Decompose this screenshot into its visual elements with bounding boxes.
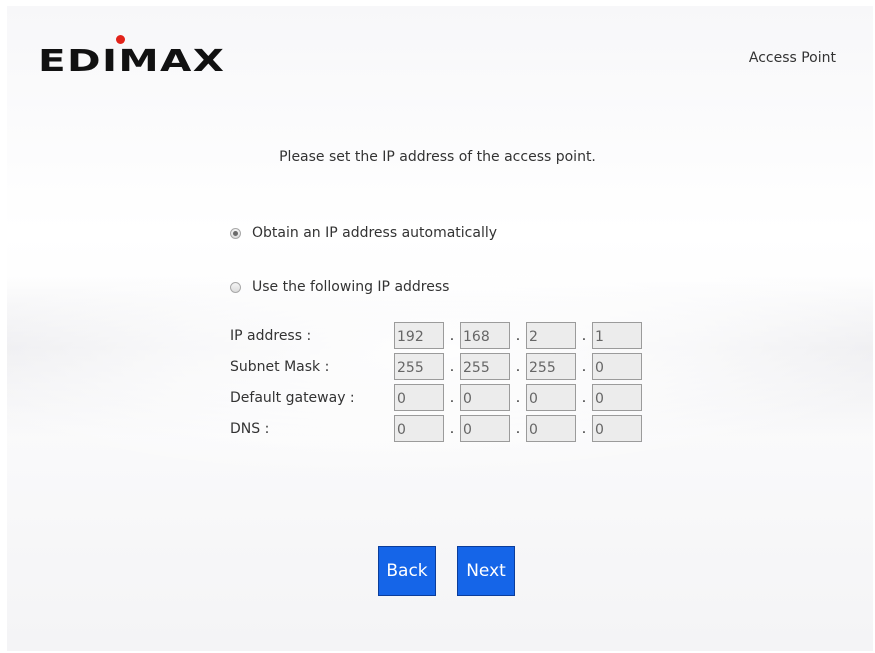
dns-octet-2[interactable] xyxy=(460,415,510,442)
next-button[interactable]: Next xyxy=(457,546,515,596)
option-auto[interactable]: Obtain an IP address automatically xyxy=(230,225,497,241)
ip-address-octet-1[interactable] xyxy=(394,322,444,349)
default-gateway-octet-1[interactable] xyxy=(394,384,444,411)
dns-octet-4[interactable] xyxy=(592,415,642,442)
ip-address-octet-2[interactable] xyxy=(460,322,510,349)
dns-row: DNS : . . . xyxy=(230,413,642,444)
default-gateway-octet-4[interactable] xyxy=(592,384,642,411)
octet-separator: . xyxy=(581,327,587,344)
octet-separator: . xyxy=(515,327,521,344)
option-manual[interactable]: Use the following IP address xyxy=(230,279,449,295)
octet-separator: . xyxy=(449,389,455,406)
option-auto-label: Obtain an IP address automatically xyxy=(252,225,498,241)
radio-auto[interactable] xyxy=(230,227,241,239)
octet-separator: . xyxy=(449,327,455,344)
device-mode-label: Access Point xyxy=(748,50,836,66)
octet-separator: . xyxy=(581,420,587,437)
default-gateway-octet-3[interactable] xyxy=(526,384,576,411)
subnet-mask-octet-3[interactable] xyxy=(526,353,576,380)
octet-separator: . xyxy=(581,358,587,375)
subnet-mask-octet-4[interactable] xyxy=(592,353,642,380)
ip-address-octet-3[interactable] xyxy=(526,322,576,349)
radio-manual[interactable] xyxy=(230,281,241,293)
octet-separator: . xyxy=(515,389,521,406)
logo-dot xyxy=(116,35,125,44)
octet-separator: . xyxy=(449,420,455,437)
ip-address-label: IP address : xyxy=(230,327,312,344)
subnet-mask-octet-2[interactable] xyxy=(460,353,510,380)
option-manual-label: Use the following IP address xyxy=(252,279,450,295)
edimax-logo: EDIMAX xyxy=(38,44,226,79)
ip-address-row: IP address : . . . xyxy=(230,320,642,351)
octet-separator: . xyxy=(515,358,521,375)
default-gateway-label: Default gateway : xyxy=(230,389,355,406)
subnet-mask-octet-1[interactable] xyxy=(394,353,444,380)
ip-settings-table: IP address : . . . Subnet Mask : . . . D… xyxy=(230,320,642,444)
default-gateway-octet-2[interactable] xyxy=(460,384,510,411)
back-button[interactable]: Back xyxy=(378,546,436,596)
octet-separator: . xyxy=(581,389,587,406)
subnet-mask-row: Subnet Mask : . . . xyxy=(230,351,642,382)
default-gateway-row: Default gateway : . . . xyxy=(230,382,642,413)
instruction-text: Please set the IP address of the access … xyxy=(279,149,596,165)
octet-separator: . xyxy=(515,420,521,437)
octet-separator: . xyxy=(449,358,455,375)
dns-octet-3[interactable] xyxy=(526,415,576,442)
ip-address-octet-4[interactable] xyxy=(592,322,642,349)
dns-label: DNS : xyxy=(230,420,270,437)
subnet-mask-label: Subnet Mask : xyxy=(230,358,330,375)
dns-octet-1[interactable] xyxy=(394,415,444,442)
